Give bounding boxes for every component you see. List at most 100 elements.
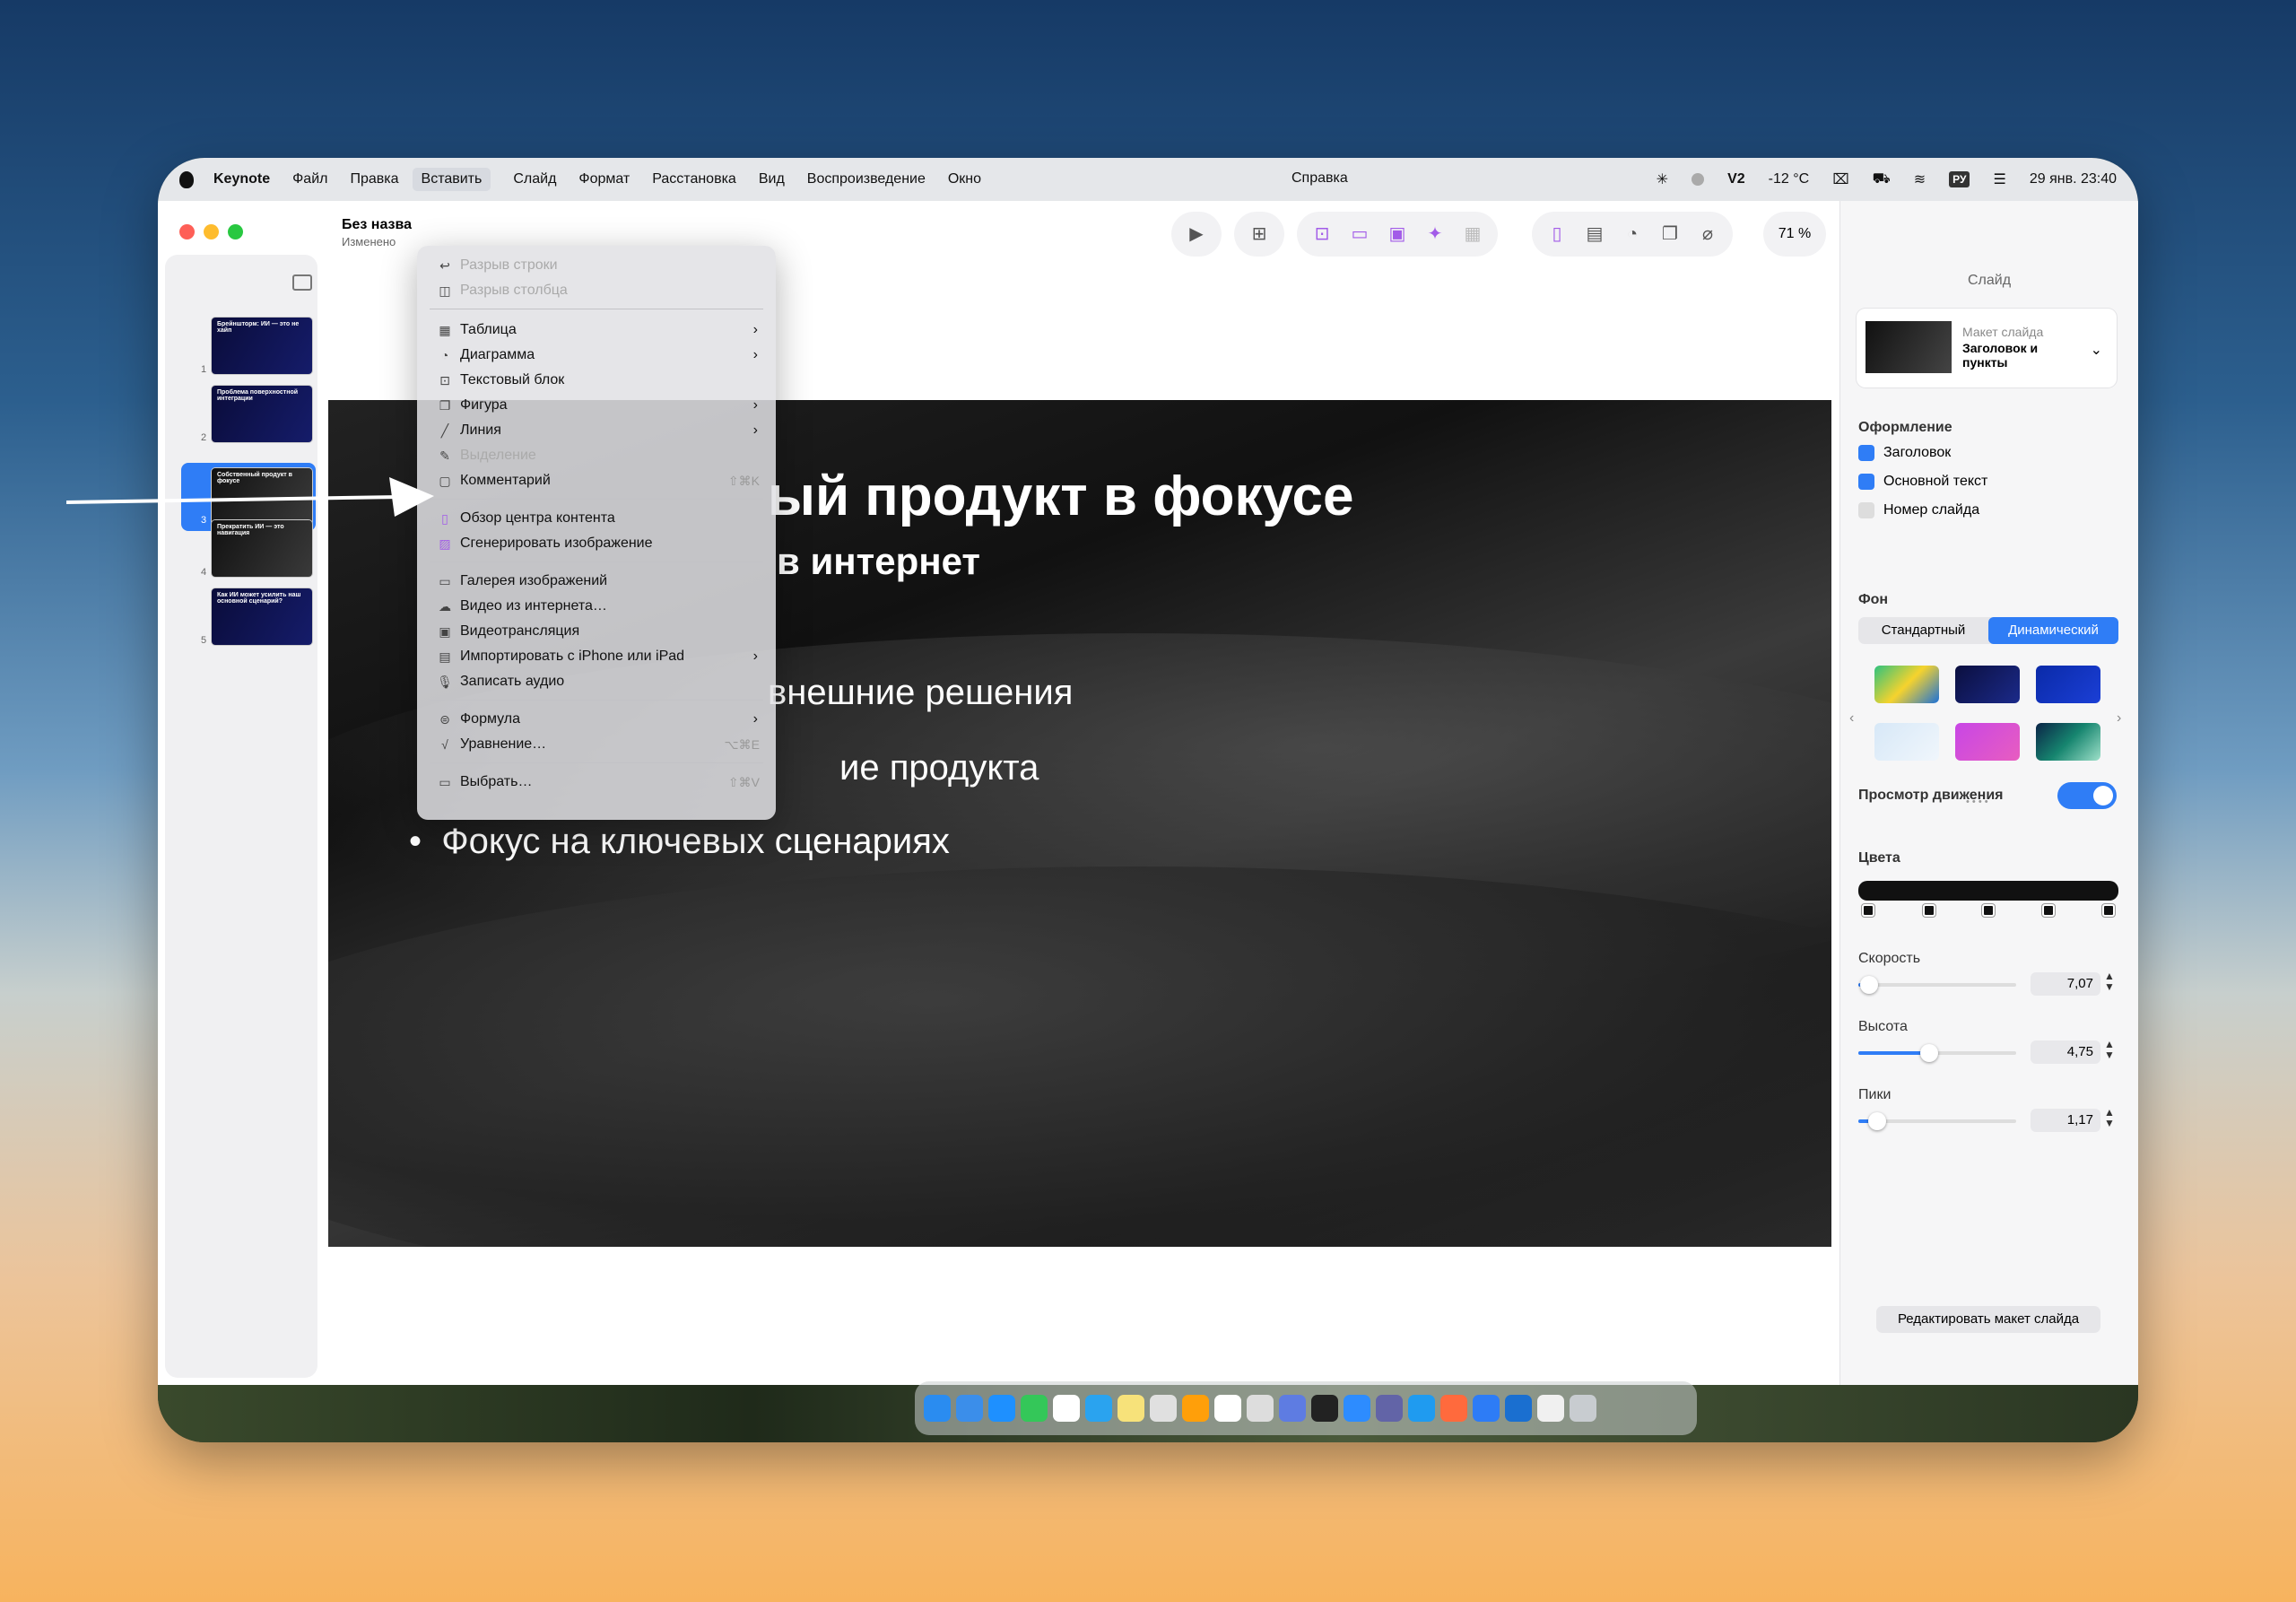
menu-app[interactable]: Keynote (213, 171, 270, 187)
menu-window[interactable]: Окно (948, 171, 981, 187)
menu-item-equation[interactable]: √ Уравнение… ⌥⌘E (417, 732, 776, 757)
add-slide-icon[interactable]: ⊞ (1248, 223, 1270, 245)
height-value[interactable]: 4,75 (2031, 1040, 2100, 1064)
shape-icon[interactable]: ❐ (1659, 223, 1681, 245)
slide-title[interactable]: ый продукт в фокусе (768, 465, 1353, 528)
stepper-icon[interactable]: ▲ ▼ (2104, 971, 2115, 992)
v2-app-icon[interactable] (1311, 1395, 1338, 1422)
keynote-icon[interactable] (1279, 1395, 1306, 1422)
motion-toggle[interactable] (2057, 782, 2117, 809)
menu-item-highlight[interactable]: ✎ Выделение (417, 443, 776, 468)
color-stop[interactable] (1982, 904, 1995, 917)
content-center-icon[interactable]: ⊡ (1311, 223, 1333, 245)
mail-icon[interactable] (956, 1395, 983, 1422)
apple-icon[interactable] (179, 170, 194, 188)
stepper-icon[interactable]: ▲ ▼ (2104, 1107, 2115, 1128)
menu-file[interactable]: Файл (292, 171, 327, 187)
slide-thumb-2[interactable]: Проблема поверхностной интеграции (212, 386, 312, 442)
sparkle-icon[interactable]: ✳ (1657, 170, 1668, 188)
menu-item-web-video[interactable]: ☁ Видео из интернета… (417, 594, 776, 619)
slide-thumb-5[interactable]: Как ИИ может усилить наш основной сценар… (212, 588, 312, 645)
menu-item-textbox[interactable]: ⊡ Текстовый блок (417, 368, 776, 393)
menu-play[interactable]: Воспроизведение (807, 171, 926, 187)
menu-item-chart[interactable]: ◔ Диаграмма › (417, 343, 776, 368)
slide-subtitle[interactable]: в интернет (777, 540, 980, 583)
bullet-3[interactable]: • Фокус на ключевых сценариях (409, 822, 950, 862)
insert-text-icon[interactable]: ▭ (1349, 223, 1370, 245)
generate-image-icon[interactable]: ✦ (1424, 223, 1446, 245)
background-swatch[interactable] (1955, 723, 2020, 761)
menu-item-generate-image[interactable]: ▨ Сгенерировать изображение (417, 531, 776, 556)
zoom-menu[interactable]: 71 % (1763, 212, 1826, 257)
background-swatch[interactable] (1874, 666, 1939, 703)
instruments-icon[interactable] (1505, 1395, 1532, 1422)
notes-icon[interactable] (1118, 1395, 1144, 1422)
play-icon[interactable]: ▶ (1186, 223, 1207, 245)
teams-icon[interactable] (1376, 1395, 1403, 1422)
height-slider[interactable] (1858, 1044, 2016, 1062)
menu-arrange[interactable]: Расстановка (652, 171, 736, 187)
background-swatch[interactable] (1955, 666, 2020, 703)
background-swatch[interactable] (2036, 666, 2100, 703)
chatgpt-icon[interactable] (1053, 1395, 1080, 1422)
menu-item-import-iphone[interactable]: ▤ Импортировать с iPhone или iPad › (417, 644, 776, 669)
slider-knob[interactable] (1920, 1044, 1939, 1062)
background-swatch[interactable] (2036, 723, 2100, 761)
grid-icon[interactable]: ▦ (1462, 223, 1483, 245)
menu-edit[interactable]: Правка (350, 171, 398, 187)
speed-value[interactable]: 7,07 (2031, 972, 2100, 996)
slider-knob[interactable] (1860, 976, 1879, 994)
menu-view[interactable]: Вид (759, 171, 785, 187)
telegram-icon[interactable] (1085, 1395, 1112, 1422)
color-stop[interactable] (2102, 904, 2115, 917)
menu-item-content-center[interactable]: ▯ Обзор центра контента (417, 506, 776, 531)
color-stop[interactable] (2042, 904, 2055, 917)
color-gradient-bar[interactable] (1858, 881, 2118, 901)
keyboard-layout[interactable]: РУ (1949, 171, 1970, 187)
wifi-icon[interactable]: ≋ (1914, 170, 1926, 188)
menu-item-formula[interactable]: ⊜ Формула › (417, 707, 776, 732)
clock[interactable]: 29 янв. 23:40 (2030, 171, 2117, 187)
menu-item-image-gallery[interactable]: ▭ Галерея изображений (417, 569, 776, 594)
checkbox-title[interactable]: Заголовок (1858, 445, 1951, 461)
chevron-right-icon[interactable]: › (2117, 710, 2121, 727)
menu-slide[interactable]: Слайд (513, 171, 556, 187)
peaks-slider[interactable] (1858, 1112, 2016, 1130)
slide-thumb-1[interactable]: Брейншторм: ИИ — это не хайп (212, 318, 312, 374)
layout-picker[interactable]: Макет слайда Заголовок и пункты ⌄ (1857, 309, 2117, 387)
trash-icon[interactable] (1570, 1395, 1596, 1422)
bullet-1[interactable]: внешние решения (768, 673, 1073, 713)
table-icon[interactable]: ▤ (1584, 223, 1605, 245)
segment-standard[interactable]: Стандартный (1858, 617, 1988, 644)
control-center-icon[interactable]: ☰ (1993, 170, 2005, 188)
menu-item-comment[interactable]: ▢ Комментарий ⇧⌘K (417, 468, 776, 493)
weather-status[interactable]: -12 °C (1769, 171, 1810, 187)
menu-item-choose[interactable]: ▭ Выбрать… ⇧⌘V (417, 770, 776, 795)
menu-item-shape[interactable]: ❐ Фигура › (417, 393, 776, 418)
bullet-2[interactable]: ие продукта (839, 748, 1039, 788)
color-stop[interactable] (1862, 904, 1874, 917)
chart-icon[interactable]: ◔ (1622, 223, 1643, 245)
checkbox-slide-number[interactable]: Номер слайда (1858, 502, 1979, 518)
edit-layout-button[interactable]: Редактировать макет слайда (1876, 1306, 2100, 1333)
checkbox-body[interactable]: Основной текст (1858, 474, 1987, 490)
finder-icon[interactable] (924, 1395, 951, 1422)
document-icon[interactable] (1537, 1395, 1564, 1422)
menu-item-line-break[interactable]: ↩ Разрыв строки (417, 253, 776, 278)
photos-icon[interactable] (1182, 1395, 1209, 1422)
menu-item-record-audio[interactable]: 🎙 Записать аудио (417, 669, 776, 694)
peaks-value[interactable]: 1,17 (2031, 1109, 2100, 1132)
background-swatch[interactable] (1874, 723, 1939, 761)
segment-dynamic[interactable]: Динамический (1988, 617, 2118, 644)
slider-knob[interactable] (1868, 1112, 1887, 1130)
close-button[interactable] (179, 224, 195, 239)
doc-name[interactable]: Без назва (342, 217, 412, 233)
menu-insert[interactable]: Вставить (412, 168, 491, 191)
q-app-icon[interactable] (1408, 1395, 1435, 1422)
minimize-button[interactable] (204, 224, 219, 239)
color-stop[interactable] (1923, 904, 1935, 917)
menu-help[interactable]: Справка (1292, 170, 1348, 187)
zoom-icon[interactable] (1344, 1395, 1370, 1422)
slide-thumb-4[interactable]: Прекратить ИИ — это навигация (212, 520, 312, 577)
insert-media-icon[interactable]: ▣ (1387, 223, 1408, 245)
